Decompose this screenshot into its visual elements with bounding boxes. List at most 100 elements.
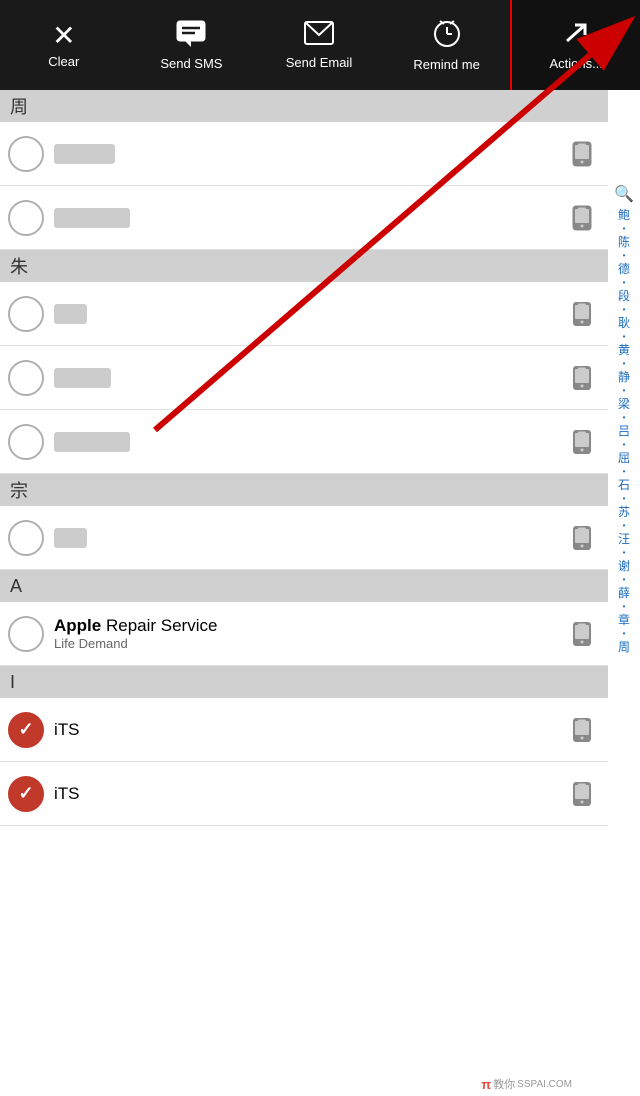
phone-icon[interactable] [564, 520, 600, 556]
contact-info: iTS [54, 720, 564, 740]
list-item[interactable] [0, 506, 608, 570]
section-header-zhu: 朱 [0, 250, 608, 282]
index-bar-dot: • [623, 548, 626, 557]
index-bar-dot: • [623, 359, 626, 368]
index-bar-dot: • [623, 386, 626, 395]
contact-checkbox[interactable] [8, 616, 44, 652]
list-item[interactable] [0, 186, 608, 250]
contact-checkbox[interactable] [8, 360, 44, 396]
index-bar-item[interactable]: 鲍 [608, 206, 640, 224]
clear-icon: ✕ [52, 22, 75, 50]
phone-icon[interactable] [564, 776, 600, 812]
phone-icon[interactable] [564, 712, 600, 748]
send-email-label: Send Email [286, 55, 352, 70]
contact-checkbox-checked[interactable] [8, 776, 44, 812]
phone-icon[interactable] [564, 616, 600, 652]
index-bar-dot: • [623, 413, 626, 422]
list-item[interactable] [0, 122, 608, 186]
contact-name [54, 432, 564, 452]
index-bar-item[interactable]: 石 [608, 476, 640, 494]
section-header-zong: 宗 [0, 474, 608, 506]
remind-me-icon [432, 18, 462, 53]
index-bar-dot: • [623, 575, 626, 584]
contact-subtitle: Life Demand [54, 636, 564, 651]
index-bar-item[interactable]: 耿 [608, 314, 640, 332]
clear-label: Clear [48, 54, 79, 69]
index-bar-item[interactable]: 薛 [608, 584, 640, 602]
index-bar-dot: • [623, 224, 626, 233]
remind-me-button[interactable]: Remind me [383, 0, 511, 90]
contact-name: Apple Repair Service [54, 616, 564, 636]
index-bar-item[interactable]: 屈 [608, 449, 640, 467]
contact-info: Apple Repair Service Life Demand [54, 616, 564, 651]
watermark-suffix: SSPAI.COM [517, 1079, 572, 1090]
clear-button[interactable]: ✕ Clear [0, 0, 128, 90]
index-bar-dot: • [623, 440, 626, 449]
contact-info [54, 528, 564, 548]
contact-name [54, 304, 564, 324]
list-item[interactable] [0, 282, 608, 346]
contact-checkbox-checked[interactable] [8, 712, 44, 748]
index-bar-dot: • [623, 251, 626, 260]
contact-name [54, 144, 564, 164]
section-header-i: I [0, 666, 608, 698]
contact-name [54, 528, 564, 548]
send-email-button[interactable]: Send Email [255, 0, 383, 90]
index-bar-item[interactable]: 陈 [608, 233, 640, 251]
send-sms-button[interactable]: Send SMS [128, 0, 256, 90]
contact-checkbox[interactable] [8, 520, 44, 556]
index-bar-item[interactable]: 章 [608, 611, 640, 629]
contact-name: iTS [54, 720, 564, 740]
index-bar-item[interactable]: 静 [608, 368, 640, 386]
contact-info [54, 432, 564, 452]
actions-label: Actions... [549, 56, 602, 71]
index-bar-item[interactable]: 段 [608, 287, 640, 305]
contact-info: iTS [54, 784, 564, 804]
actions-button[interactable]: Actions... [510, 0, 640, 90]
index-bar-dot: • [623, 332, 626, 341]
send-sms-label: Send SMS [160, 56, 222, 71]
contact-info [54, 368, 564, 388]
phone-icon[interactable] [564, 136, 600, 172]
send-sms-icon [175, 19, 207, 52]
search-icon[interactable]: 🔍 [614, 184, 634, 204]
index-bar-item[interactable]: 谢 [608, 557, 640, 575]
remind-me-label: Remind me [413, 57, 479, 72]
contact-checkbox[interactable] [8, 200, 44, 236]
index-bar-item[interactable]: 黄 [608, 341, 640, 359]
index-bar-item[interactable]: 吕 [608, 422, 640, 440]
contacts-list: 周 [0, 90, 608, 1096]
watermark-text: 教你 [493, 1076, 515, 1092]
list-item[interactable]: iTS [0, 762, 608, 826]
phone-icon[interactable] [564, 200, 600, 236]
index-bar-item[interactable]: 德 [608, 260, 640, 278]
watermark-pi: π [481, 1077, 491, 1092]
phone-icon[interactable] [564, 424, 600, 460]
contact-name: iTS [54, 784, 564, 804]
contact-info [54, 144, 564, 164]
index-bar-dot: • [623, 494, 626, 503]
send-email-icon [303, 20, 335, 51]
toolbar: ✕ Clear Send SMS Send Email [0, 0, 640, 90]
contact-info [54, 208, 564, 228]
index-bar-dot: • [623, 521, 626, 530]
contact-checkbox[interactable] [8, 136, 44, 172]
contact-info [54, 304, 564, 324]
phone-icon[interactable] [564, 360, 600, 396]
index-bar-item[interactable]: 梁 [608, 395, 640, 413]
index-bar-item[interactable]: 苏 [608, 503, 640, 521]
list-item[interactable]: Apple Repair Service Life Demand [0, 602, 608, 666]
watermark: π 教你 SSPAI.COM [481, 1076, 572, 1092]
index-bar: 🔍 鲍 • 陈 • 德 • 段 • 耿 • 黄 • 静 • 梁 • 吕 • 屈 … [608, 180, 640, 1096]
phone-icon[interactable] [564, 296, 600, 332]
list-item[interactable]: iTS [0, 698, 608, 762]
list-item[interactable] [0, 410, 608, 474]
list-item[interactable] [0, 346, 608, 410]
contact-checkbox[interactable] [8, 296, 44, 332]
index-bar-dot: • [623, 629, 626, 638]
index-bar-item[interactable]: 周 [608, 638, 640, 656]
contact-name [54, 208, 564, 228]
actions-icon [561, 19, 591, 52]
index-bar-item[interactable]: 汪 [608, 530, 640, 548]
contact-checkbox[interactable] [8, 424, 44, 460]
